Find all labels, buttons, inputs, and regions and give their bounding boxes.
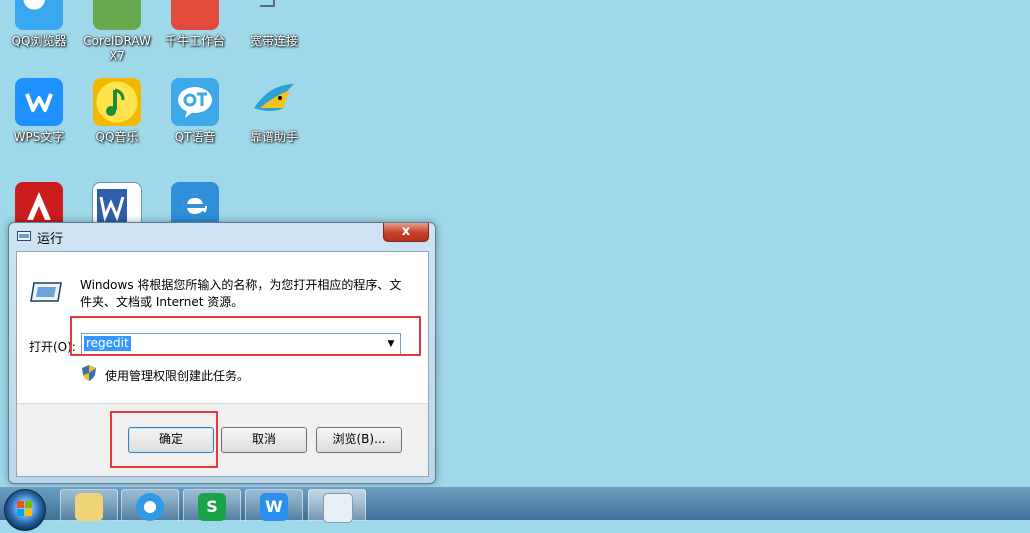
- desktop-icon-qianniu[interactable]: 千牛工作台: [156, 0, 234, 49]
- qq-music-icon: [93, 78, 141, 126]
- desktop-icon-wps-writer[interactable]: WPS文字: [0, 78, 78, 145]
- highlight-open-field: [70, 316, 421, 356]
- coreldraw-icon: [93, 0, 141, 30]
- qq-browser-icon: [15, 0, 63, 30]
- wps-writer-icon: W: [260, 493, 288, 521]
- qt-voice-icon: [171, 78, 219, 126]
- start-button[interactable]: [4, 489, 46, 531]
- desktop-icon-qq-music[interactable]: QQ音乐: [78, 78, 156, 145]
- wps-writer-icon: [15, 78, 63, 126]
- taskbar-explorer[interactable]: [60, 489, 118, 521]
- desktop-icon-label: QT语音: [174, 130, 216, 144]
- windows-logo-icon: [17, 501, 32, 516]
- desktop-icon-label: 靠谱助手: [249, 130, 298, 144]
- taskbar: S W: [0, 486, 1030, 531]
- network-connection-icon: [250, 0, 298, 30]
- qianniu-icon: [171, 0, 219, 30]
- title-bar[interactable]: 运行 x: [9, 223, 435, 249]
- wps-spreadsheet-icon: S: [198, 493, 226, 521]
- taskbar-run[interactable]: [308, 489, 366, 523]
- dialog-title: 运行: [37, 232, 64, 247]
- folder-icon: [75, 493, 103, 521]
- taskbar-qq-browser[interactable]: [121, 489, 179, 521]
- dialog-body: Windows 将根据您所输入的名称，为您打开相应的程序、文件夹、文档或 Int…: [16, 251, 429, 477]
- desktop-icon-label: CorelDRAW X7: [83, 34, 151, 63]
- open-label: 打开(O):: [29, 340, 76, 354]
- desktop-icon-label: WPS文字: [13, 130, 65, 144]
- desktop-icon-broadband[interactable]: 宽带连接: [235, 0, 313, 49]
- run-icon: [17, 231, 31, 241]
- kaopu-assistant-icon: [250, 78, 298, 126]
- desktop-icon-label: QQ浏览器: [11, 34, 67, 48]
- dialog-description: Windows 将根据您所输入的名称，为您打开相应的程序、文件夹、文档或 Int…: [80, 278, 402, 309]
- desktop-icon-label: 宽带连接: [249, 34, 298, 48]
- desktop-icon-qt-voice[interactable]: QT语音: [156, 78, 234, 145]
- qq-browser-icon: [136, 493, 164, 521]
- desktop-icon-label: QQ音乐: [95, 130, 139, 144]
- desktop-icon-coreldraw[interactable]: CorelDRAW X7: [78, 0, 156, 64]
- desktop-icon-qq-browser[interactable]: QQ浏览器: [0, 0, 78, 49]
- desktop-icon-label: 千牛工作台: [164, 34, 225, 48]
- close-button[interactable]: x: [383, 223, 429, 242]
- highlight-ok-button: [110, 411, 218, 468]
- taskbar-wps-writer[interactable]: W: [245, 489, 303, 521]
- desktop-icon-kaopu[interactable]: 靠谱助手: [235, 78, 313, 145]
- taskbar-wps-spreadsheet[interactable]: S: [183, 489, 241, 521]
- browse-button[interactable]: 浏览(B)...: [316, 427, 402, 453]
- uac-shield-icon: [82, 365, 96, 381]
- admin-privilege-text: 使用管理权限创建此任务。: [105, 369, 250, 383]
- run-program-icon: [30, 282, 62, 302]
- cancel-button[interactable]: 取消: [221, 427, 307, 453]
